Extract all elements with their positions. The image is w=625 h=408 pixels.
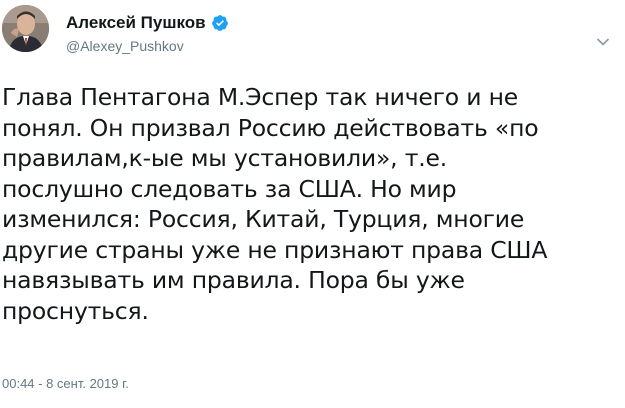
- display-name[interactable]: Алексей Пушков: [66, 13, 206, 33]
- tweet-text: Глава Пентагона М.Эспер так ничего и не …: [2, 83, 548, 325]
- user-handle[interactable]: @Alexey_Pushkov: [66, 38, 229, 54]
- verified-badge-icon: [211, 14, 229, 32]
- tweet: Алексей Пушков @Alexey_Pushkov Глава Пен…: [0, 0, 625, 408]
- name-row: Алексей Пушков: [66, 12, 229, 34]
- tweet-timestamp[interactable]: 00:44 - 8 сент. 2019 г.: [2, 376, 129, 391]
- avatar-image: [2, 5, 49, 52]
- author-block: Алексей Пушков @Alexey_Pushkov: [66, 12, 229, 54]
- chevron-down-icon[interactable]: [596, 32, 610, 46]
- avatar[interactable]: [2, 5, 49, 52]
